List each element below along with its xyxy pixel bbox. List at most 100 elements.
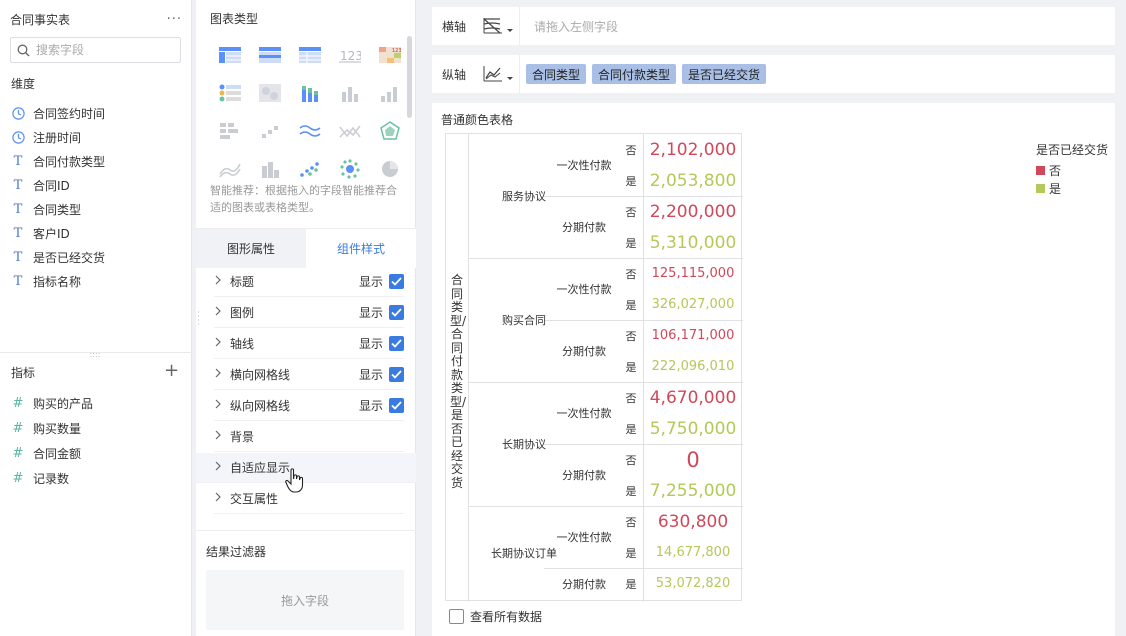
y-field-pill-contract-type[interactable]: 合同类型: [526, 64, 587, 84]
show-checkbox[interactable]: [389, 336, 404, 351]
contract-type-cell: 服务协议: [502, 190, 546, 203]
line-chart-icon[interactable]: [290, 112, 330, 150]
detail-table-icon[interactable]: [290, 36, 330, 74]
dimension-field[interactable]: 合同签约时间: [11, 102, 105, 124]
value-cell[interactable]: 2,200,000: [644, 196, 742, 227]
data-panel: 合同事实表 ··· 维度 合同签约时间注册时间 T 合同付款类型 T 合同ID T 合同类型…: [0, 0, 192, 636]
kpi-number-icon[interactable]: 123: [330, 36, 370, 74]
field-search[interactable]: [10, 37, 181, 63]
y-field-pill-delivered[interactable]: 是否已经交货: [682, 64, 767, 84]
legend-list-icon[interactable]: [210, 74, 250, 112]
cross-table-icon[interactable]: [210, 36, 250, 74]
value-cell[interactable]: 222,096,010: [644, 351, 742, 382]
number-type-icon: #: [12, 445, 24, 461]
color-table-icon[interactable]: 123: [370, 36, 410, 74]
dimension-field[interactable]: T 合同ID: [11, 174, 70, 196]
show-checkbox[interactable]: [389, 398, 404, 413]
chevron-right-icon: [214, 399, 228, 412]
property-row[interactable]: 轴线 显示: [214, 329, 404, 359]
splitter-grip-icon[interactable]: ::::: [88, 351, 102, 359]
measure-field[interactable]: # 购买数量: [11, 417, 81, 439]
dimension-field[interactable]: T 合同付款类型: [11, 150, 105, 172]
show-checkbox[interactable]: [389, 274, 404, 289]
value-cell[interactable]: 53,072,820: [644, 568, 742, 599]
property-row[interactable]: 自适应显示: [196, 453, 416, 483]
stacked-bar-icon[interactable]: [290, 74, 330, 112]
property-row[interactable]: 交互属性: [214, 484, 404, 514]
grouped-table-icon[interactable]: [250, 36, 290, 74]
show-label: 显示: [358, 337, 383, 351]
more-icon[interactable]: ···: [167, 12, 182, 27]
y-axis-type-icon[interactable]: [476, 55, 520, 93]
dataset-title: 合同事实表: [10, 12, 71, 27]
search-icon: [17, 44, 30, 56]
property-row[interactable]: 图例 显示: [214, 298, 404, 328]
add-measure-icon[interactable]: +: [164, 362, 179, 380]
show-label: 显示: [358, 399, 383, 413]
value-cell[interactable]: 2,053,800: [644, 165, 742, 196]
value-cell[interactable]: 125,115,000: [644, 258, 742, 289]
value-cell[interactable]: 630,800: [644, 506, 742, 537]
tab-component-style[interactable]: 组件样式: [306, 229, 416, 268]
x-axis-bar: 横轴 请拖入左侧字段: [432, 7, 1115, 45]
text-type-icon: T: [13, 177, 23, 193]
measure-field[interactable]: # 记录数: [11, 467, 69, 489]
property-row[interactable]: 标题 显示: [214, 267, 404, 297]
heatmap-icon[interactable]: [250, 74, 290, 112]
dimension-field[interactable]: 注册时间: [11, 126, 81, 148]
field-label: 合同签约时间: [33, 106, 106, 121]
legend-label: 否: [1049, 163, 1062, 178]
matrix-icon[interactable]: [210, 112, 250, 150]
x-axis-drop-placeholder[interactable]: 请拖入左侧字段: [534, 18, 618, 35]
value-cell[interactable]: 106,171,000: [644, 320, 742, 351]
filter-divider: [196, 530, 416, 531]
bar-chart-icon[interactable]: [330, 74, 370, 112]
measure-field[interactable]: # 合同金额: [11, 442, 81, 464]
value-cell[interactable]: 0: [644, 444, 742, 475]
svg-text:123: 123: [340, 49, 361, 63]
filter-drop-zone[interactable]: 拖入字段: [206, 570, 404, 630]
x-axis-type-icon[interactable]: [476, 7, 520, 45]
delivered-cell: 否: [625, 515, 637, 529]
value-cell[interactable]: 5,750,000: [644, 413, 742, 444]
property-tabs: 图形属性 组件样式: [196, 228, 416, 268]
legend-item-no[interactable]: 否: [1036, 161, 1108, 179]
value-cell[interactable]: 5,310,000: [644, 227, 742, 258]
property-row[interactable]: 纵向网格线 显示: [214, 391, 404, 421]
x-axis-label: 横轴: [441, 19, 466, 34]
checkbox-box[interactable]: [449, 609, 464, 624]
legend-item-yes[interactable]: 是: [1036, 179, 1108, 197]
view-all-data-checkbox[interactable]: 查看所有数据: [449, 608, 542, 625]
show-label: 显示: [358, 306, 383, 320]
y-axis-label: 纵轴: [441, 67, 466, 82]
column-chart-icon[interactable]: [370, 74, 410, 112]
property-label: 横向网格线: [230, 368, 291, 382]
property-row[interactable]: 横向网格线 显示: [214, 360, 404, 390]
value-cell[interactable]: 7,255,000: [644, 475, 742, 506]
chevron-right-icon: [214, 492, 228, 505]
dimension-field[interactable]: T 合同类型: [11, 198, 81, 220]
radar-icon[interactable]: [370, 112, 410, 150]
tab-graphic-properties[interactable]: 图形属性: [196, 229, 306, 268]
dimension-field[interactable]: T 客户ID: [11, 222, 70, 244]
side-grip-icon[interactable]: · · · ·: [197, 309, 201, 330]
area-line-icon[interactable]: [330, 112, 370, 150]
show-checkbox[interactable]: [389, 367, 404, 382]
show-checkbox[interactable]: [389, 305, 404, 320]
value-cell[interactable]: 14,677,800: [644, 537, 742, 568]
chart-type-grid: 123 123: [210, 36, 401, 188]
y-field-pill-payment-type[interactable]: 合同付款类型: [592, 64, 677, 84]
dimension-field[interactable]: T 指标名称: [11, 270, 81, 292]
measure-field[interactable]: # 购买的产品: [11, 392, 93, 414]
value-cell[interactable]: 326,027,000: [644, 289, 742, 320]
property-label: 纵向网格线: [230, 399, 291, 413]
search-input[interactable]: [36, 43, 166, 57]
value-cell[interactable]: 4,670,000: [644, 382, 742, 413]
text-type-icon: T: [13, 201, 23, 217]
chart-type-scrollbar[interactable]: [407, 36, 412, 118]
chevron-right-icon: [214, 368, 228, 381]
property-row[interactable]: 背景: [214, 422, 404, 452]
value-cell[interactable]: 2,102,000: [644, 134, 742, 165]
dimension-field[interactable]: T 是否已经交货: [11, 246, 105, 268]
scatter-icon[interactable]: [250, 112, 290, 150]
